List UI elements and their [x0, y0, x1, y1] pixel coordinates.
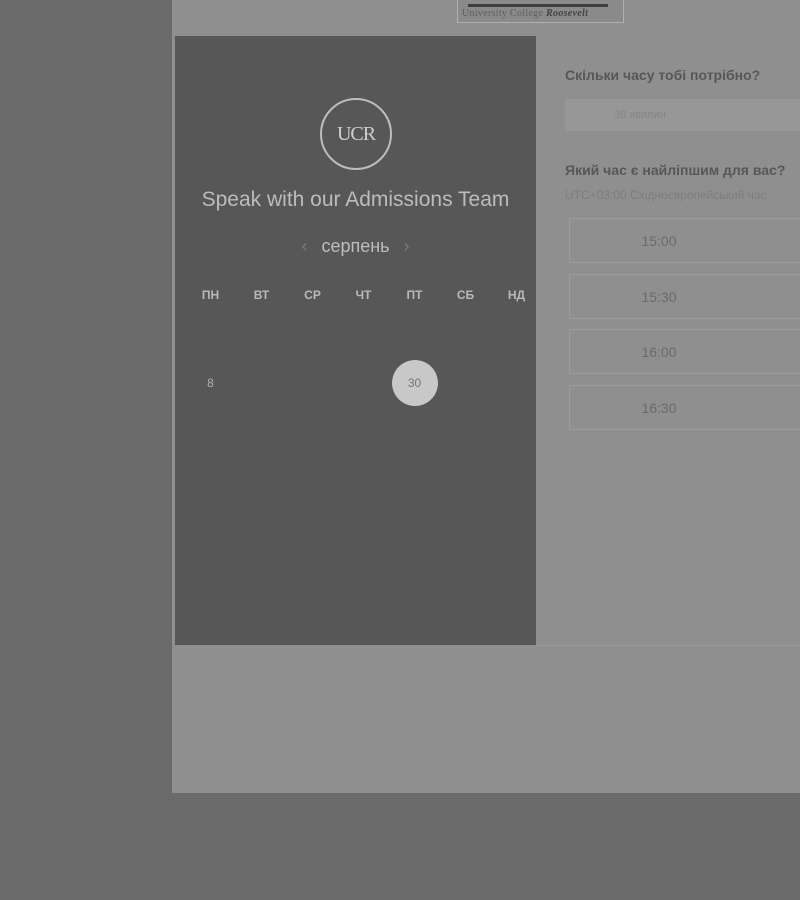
- timezone-label: UTC+03:00 Східноєвропейський час: [565, 188, 767, 202]
- time-slot[interactable]: 16:00: [569, 329, 800, 374]
- calendar-day: [440, 510, 491, 561]
- calendar-day: [338, 459, 389, 510]
- calendar-day: [185, 459, 236, 510]
- weekday-header: ПН ВТ СР ЧТ ПТ СБ НД: [185, 288, 541, 302]
- time-slot[interactable]: 16:30: [569, 385, 800, 430]
- calendar-day: [338, 408, 389, 459]
- weekday-label: СБ: [456, 288, 475, 302]
- section-divider: [536, 645, 800, 646]
- ucr-emblem: UCR: [320, 98, 392, 170]
- weekday-label: ЧТ: [355, 288, 372, 302]
- logo-wordmark: [468, 0, 608, 7]
- calendar-day: [491, 408, 542, 459]
- time-slot[interactable]: 15:30: [569, 274, 800, 319]
- calendar-day: [338, 357, 389, 408]
- chevron-left-icon[interactable]: ‹: [301, 236, 307, 257]
- calendar-day: [287, 357, 338, 408]
- weekday-label: ВТ: [253, 288, 270, 302]
- logo-caption-text: University College: [462, 8, 544, 19]
- calendar-day: [338, 306, 389, 357]
- calendar-day: [491, 510, 542, 561]
- calendar-day: [440, 408, 491, 459]
- selected-day-label: 30: [391, 359, 438, 406]
- calendar-day: [185, 510, 236, 561]
- calendar-day: [236, 459, 287, 510]
- calendar-day: [440, 357, 491, 408]
- calendar-day: [185, 306, 236, 357]
- calendar-day: [185, 408, 236, 459]
- ucr-logo: University College Roosevelt: [457, 0, 624, 23]
- duration-select[interactable]: 30 хвилин: [565, 99, 800, 131]
- calendar-day: [287, 510, 338, 561]
- calendar-day: [287, 306, 338, 357]
- weekday-label: СР: [304, 288, 321, 302]
- calendar-day: [236, 357, 287, 408]
- month-navigation: ‹ серпень ›: [175, 234, 536, 258]
- calendar-day: [287, 408, 338, 459]
- selected-day[interactable]: 30: [389, 357, 440, 408]
- calendar-day: [491, 459, 542, 510]
- calendar-day: [287, 459, 338, 510]
- weekday-label: ПН: [201, 288, 220, 302]
- time-slot[interactable]: 15:00: [569, 218, 800, 263]
- weekday-label: ПТ: [406, 288, 423, 302]
- calendar-grid: 8 30: [185, 306, 541, 561]
- calendar-day: [236, 510, 287, 561]
- calendar-day: [389, 510, 440, 561]
- duration-value: 30 хвилин: [614, 109, 666, 121]
- time-question: Який час є найліпшим для вас?: [565, 162, 786, 178]
- logo-caption-bold: Roosevelt: [546, 8, 589, 19]
- logo-caption: University College Roosevelt: [462, 8, 588, 19]
- chevron-right-icon[interactable]: ›: [404, 236, 410, 257]
- calendar-day: [440, 306, 491, 357]
- calendar-day: 8: [207, 375, 214, 390]
- emblem-text: UCR: [336, 122, 376, 145]
- calendar-day: [389, 306, 440, 357]
- calendar-day: [389, 408, 440, 459]
- calendar-day: [491, 306, 542, 357]
- duration-question: Скільки часу тобі потрібно?: [565, 67, 761, 83]
- weekday-label: НД: [507, 288, 526, 302]
- calendar-panel: UCR Speak with our Admissions Team ‹ сер…: [175, 36, 536, 645]
- calendar-day: [491, 357, 542, 408]
- calendar-day: [338, 510, 389, 561]
- calendar-day: [236, 408, 287, 459]
- calendar-day: [389, 459, 440, 510]
- calendar-day: [440, 459, 491, 510]
- panel-title: Speak with our Admissions Team: [201, 188, 510, 211]
- month-label: серпень: [321, 235, 390, 256]
- calendar-day: [236, 306, 287, 357]
